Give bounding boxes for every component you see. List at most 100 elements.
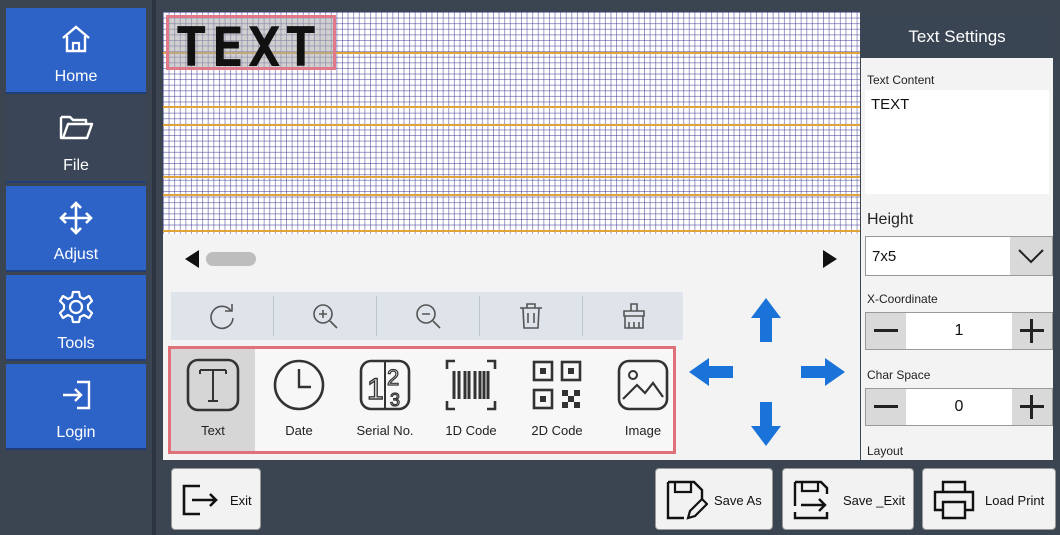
insert-2d-code-button[interactable]: 2D Code — [515, 349, 599, 451]
height-value: 7x5 — [872, 248, 897, 265]
clock-icon — [273, 359, 325, 411]
char-space-stepper: 0 — [865, 388, 1053, 426]
height-dropdown-button[interactable] — [1010, 237, 1052, 275]
save-exit-button[interactable]: Save _Exit — [782, 468, 914, 530]
exit-icon — [182, 484, 218, 516]
bottom-action-bar: Exit Save As Save _Exit Load Print — [163, 460, 1060, 535]
move-icon — [59, 201, 93, 235]
rotate-button[interactable] — [171, 292, 273, 340]
insert-item-label: Image — [624, 423, 662, 438]
login-icon — [63, 380, 91, 410]
qr-code-icon — [532, 360, 582, 410]
svg-text:3: 3 — [390, 390, 400, 410]
sidebar-item-home[interactable]: Home — [6, 8, 146, 94]
insert-text-button[interactable]: Text — [171, 349, 255, 451]
svg-text:2: 2 — [387, 365, 399, 390]
load-print-button[interactable]: Load Print — [922, 468, 1056, 530]
sidebar-item-label: File — [63, 157, 89, 174]
home-icon — [62, 25, 90, 53]
sidebar-item-label: Login — [56, 424, 96, 441]
move-left-arrow-icon[interactable] — [689, 358, 733, 386]
clean-button[interactable] — [583, 292, 685, 340]
svg-text:1: 1 — [367, 373, 384, 406]
insert-item-label: 2D Code — [531, 423, 583, 438]
work-area: Text Date 1 2 3 Serial No. 1D Code 2D Co… — [163, 286, 860, 460]
exit-label: Exit — [230, 493, 252, 508]
design-canvas[interactable]: TEXT — [163, 12, 860, 234]
layout-label: Layout — [867, 444, 904, 458]
insert-object-panel: Text Date 1 2 3 Serial No. 1D Code 2D Co… — [168, 346, 676, 454]
zoom-out-icon — [416, 304, 441, 329]
gear-icon — [58, 290, 94, 324]
save-as-label: Save As — [714, 493, 762, 508]
guide-line — [163, 194, 860, 196]
x-coordinate-value[interactable]: 1 — [906, 322, 1012, 340]
save-as-button[interactable]: Save As — [655, 468, 773, 530]
scroll-right-arrow-icon[interactable] — [823, 250, 837, 268]
sidebar-item-tools[interactable]: Tools — [6, 275, 146, 361]
x-coordinate-increment-button[interactable] — [1012, 313, 1052, 349]
sidebar-item-file[interactable]: File — [6, 97, 146, 183]
height-label: Height — [867, 211, 914, 228]
load-print-label: Load Print — [985, 493, 1045, 508]
panel-title: Text Settings — [861, 16, 1053, 58]
text-icon — [186, 358, 240, 412]
sidebar-item-label: Adjust — [53, 246, 99, 263]
insert-date-button[interactable]: Date — [257, 349, 341, 451]
char-space-decrement-button[interactable] — [866, 389, 906, 425]
char-space-label: Char Space — [867, 368, 931, 382]
guide-line — [163, 124, 860, 126]
insert-1d-code-button[interactable]: 1D Code — [429, 349, 513, 451]
text-object[interactable]: TEXT — [166, 15, 336, 79]
insert-item-label: Serial No. — [356, 423, 414, 438]
canvas-scrollbar — [163, 234, 860, 286]
edit-toolbar — [171, 292, 683, 340]
sidebar-item-label: Home — [54, 68, 98, 85]
height-select[interactable]: 7x5 — [865, 236, 1053, 276]
save-as-icon — [666, 480, 708, 520]
scroll-left-arrow-icon[interactable] — [185, 250, 199, 268]
serial-number-icon: 1 2 3 — [359, 359, 411, 411]
sidebar-item-login[interactable]: Login — [6, 364, 146, 450]
move-down-arrow-icon[interactable] — [751, 402, 781, 446]
text-settings-panel: Text Settings Text Content TEXT Height 7… — [861, 16, 1053, 460]
trash-icon — [520, 303, 542, 329]
barcode-icon — [445, 359, 497, 411]
printer-icon — [933, 480, 975, 520]
image-icon — [617, 359, 669, 411]
x-coordinate-decrement-button[interactable] — [866, 313, 906, 349]
guide-line — [163, 230, 860, 232]
rotate-icon — [210, 304, 234, 330]
char-space-value[interactable]: 0 — [906, 398, 1012, 416]
insert-item-label: Date — [285, 423, 313, 438]
x-coordinate-label: X-Coordinate — [867, 292, 938, 306]
move-right-arrow-icon[interactable] — [801, 358, 845, 386]
chevron-down-icon — [1018, 249, 1044, 264]
sidebar-item-adjust[interactable]: Adjust — [6, 186, 146, 272]
guide-line — [163, 106, 860, 108]
exit-button[interactable]: Exit — [171, 468, 261, 530]
folder-icon — [59, 115, 94, 140]
insert-item-label: 1D Code — [445, 423, 497, 438]
sidebar: Home File Adjust Tools Login — [0, 0, 158, 535]
zoom-in-button[interactable] — [274, 292, 376, 340]
move-up-arrow-icon[interactable] — [751, 298, 781, 342]
sidebar-item-label: Tools — [57, 335, 95, 352]
zoom-out-button[interactable] — [377, 292, 479, 340]
app-window: Home File Adjust Tools Login TEXT Text D… — [0, 0, 1060, 535]
text-content-field[interactable]: TEXT — [865, 90, 1049, 194]
zoom-in-icon — [313, 304, 338, 329]
delete-button[interactable] — [480, 292, 582, 340]
clean-icon — [623, 303, 645, 329]
x-coordinate-stepper: 1 — [865, 312, 1053, 350]
save-exit-icon — [793, 480, 829, 520]
char-space-increment-button[interactable] — [1012, 389, 1052, 425]
guide-line — [163, 176, 860, 178]
save-exit-label: Save _Exit — [843, 493, 906, 508]
insert-image-button[interactable]: Image — [601, 349, 685, 451]
text-object-content: TEXT — [175, 16, 322, 79]
scroll-thumb[interactable] — [206, 252, 256, 266]
insert-serial-button[interactable]: 1 2 3 Serial No. — [343, 349, 427, 451]
text-content-label: Text Content — [867, 73, 935, 87]
insert-item-label: Text — [201, 423, 225, 438]
